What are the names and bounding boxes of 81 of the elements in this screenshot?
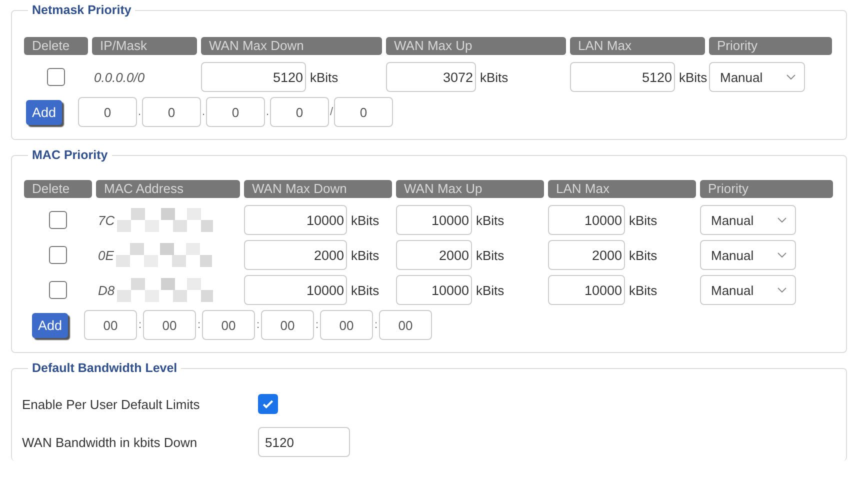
bandwidth-input[interactable]: 10000 xyxy=(548,275,625,305)
column-header: LAN Max xyxy=(548,180,696,198)
column-header: Delete xyxy=(24,180,92,198)
address-text: 0.0.0.0/0 xyxy=(93,70,145,84)
priority-dropdown[interactable]: Manual xyxy=(700,240,796,270)
setting-label: WAN Bandwidth in kbits Down xyxy=(22,434,198,450)
bandwidth-input[interactable]: 10000 xyxy=(396,205,472,235)
column-header: Priority xyxy=(709,37,832,55)
priority-dropdown[interactable]: Manual xyxy=(709,62,805,92)
unit-label: kBits xyxy=(476,282,504,298)
separator-text: . xyxy=(201,106,206,118)
priority-dropdown[interactable]: Manual xyxy=(700,275,796,305)
unit-label: kBits xyxy=(351,212,380,228)
bandwidth-input[interactable]: 10000 xyxy=(244,275,347,305)
address-input[interactable]: 00 xyxy=(261,310,314,340)
add-button[interactable]: Add xyxy=(26,100,62,124)
separator-text: . xyxy=(265,106,270,118)
column-header: WAN Max Down xyxy=(244,180,392,198)
chevron-down-icon xyxy=(786,74,796,80)
address-text: 0E xyxy=(97,248,114,262)
bandwidth-input[interactable]: 10000 xyxy=(244,205,347,235)
unit-label: kBits xyxy=(480,70,508,84)
unit-label: kBits xyxy=(629,248,658,262)
setting-label: Enable Per User Default Limits xyxy=(22,396,201,412)
unit-label: kBits xyxy=(476,248,504,262)
separator-text: / xyxy=(329,106,334,118)
separator-text: : xyxy=(138,319,143,331)
bandwidth-input[interactable]: 5120 xyxy=(258,427,350,457)
delete-checkbox[interactable] xyxy=(49,246,67,264)
address-input[interactable]: 0 xyxy=(206,97,266,127)
column-header: LAN Max xyxy=(570,37,705,55)
column-header: WAN Max Down xyxy=(201,37,382,55)
section-title: MAC Priority xyxy=(31,148,109,162)
address-input[interactable]: 0 xyxy=(142,97,202,127)
column-header: Delete xyxy=(24,37,88,55)
bandwidth-input[interactable]: 5120 xyxy=(201,62,306,92)
chevron-down-icon xyxy=(777,217,787,223)
column-header: Priority xyxy=(700,180,833,198)
address-input[interactable]: 0 xyxy=(270,97,330,127)
address-input[interactable]: 00 xyxy=(84,310,138,340)
bandwidth-input[interactable]: 5120 xyxy=(570,62,675,92)
unit-label: kBits xyxy=(629,212,658,228)
address-input[interactable]: 00 xyxy=(379,310,432,340)
delete-checkbox[interactable] xyxy=(47,68,65,86)
setting-checkbox[interactable] xyxy=(258,394,278,414)
add-button[interactable]: Add xyxy=(32,312,68,338)
column-header: WAN Max Up xyxy=(396,180,544,198)
priority-dropdown[interactable]: Manual xyxy=(700,205,796,235)
address-input[interactable]: 00 xyxy=(202,310,256,340)
separator-text: : xyxy=(256,319,261,331)
column-header: WAN Max Up xyxy=(386,37,566,55)
column-header: MAC Address xyxy=(96,180,240,198)
unit-label: kBits xyxy=(629,282,658,298)
separator-text: : xyxy=(374,319,379,331)
bandwidth-input[interactable]: 10000 xyxy=(396,275,472,305)
bandwidth-input[interactable]: 10000 xyxy=(548,205,625,235)
bandwidth-input[interactable]: 2000 xyxy=(548,240,625,270)
address-text: 7C xyxy=(97,212,115,228)
unit-label: kBits xyxy=(351,282,380,298)
unit-label: kBits xyxy=(476,212,504,228)
chevron-down-icon xyxy=(777,252,787,258)
section-title: Default Bandwidth Level xyxy=(31,361,178,375)
delete-checkbox[interactable] xyxy=(49,281,67,299)
address-input[interactable]: 00 xyxy=(143,310,196,340)
separator-text: : xyxy=(314,319,320,331)
bandwidth-input[interactable]: 3072 xyxy=(386,62,476,92)
unit-label: kBits xyxy=(351,248,380,262)
unit-label: kBits xyxy=(679,70,708,84)
unit-label: kBits xyxy=(310,70,338,84)
address-input[interactable]: 00 xyxy=(320,310,374,340)
address-input[interactable]: 0 xyxy=(334,97,394,127)
address-input[interactable]: 0 xyxy=(78,97,138,127)
column-header: IP/Mask xyxy=(92,37,197,55)
bandwidth-input[interactable]: 2000 xyxy=(396,240,472,270)
bandwidth-input[interactable]: 2000 xyxy=(244,240,347,270)
delete-checkbox[interactable] xyxy=(49,211,67,229)
separator-text: . xyxy=(137,106,142,118)
section-title: Netmask Priority xyxy=(31,3,132,17)
chevron-down-icon xyxy=(777,287,787,293)
address-text: D8 xyxy=(97,282,115,298)
separator-text: : xyxy=(196,319,202,331)
